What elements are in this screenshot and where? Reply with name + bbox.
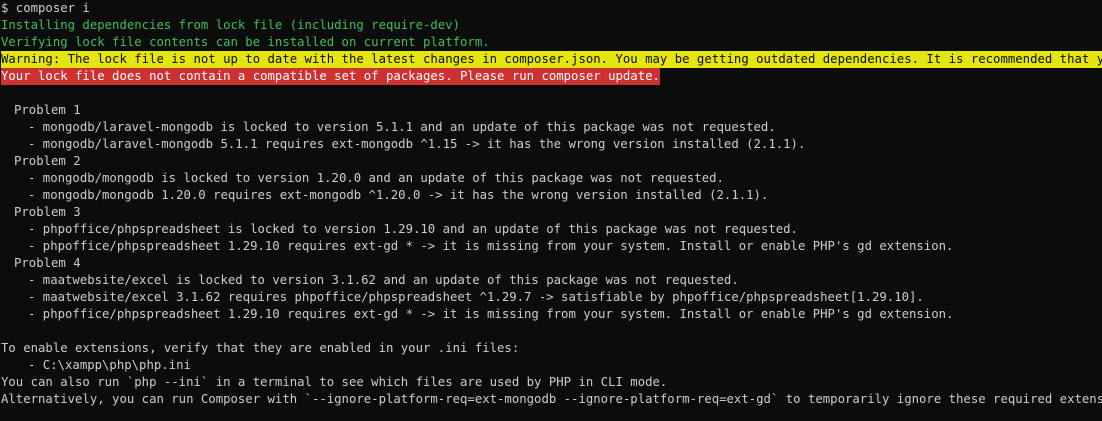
problem-title: Problem 4 [14,256,81,270]
terminal-output[interactable]: $ composer i Installing dependencies fro… [0,0,1102,421]
problem-item: - mongodb/mongodb is locked to version 1… [28,171,724,185]
problem-item: - maatwebsite/excel is locked to version… [28,273,739,287]
problem-title: Problem 1 [14,103,81,117]
command-prompt: $ composer i [1,1,90,15]
problem-item: - mongodb/laravel-mongodb is locked to v… [28,120,776,134]
ini-path: - C:\xampp\php\php.ini [28,358,191,372]
problem-item: - phpoffice/phpspreadsheet 1.29.10 requi… [28,239,954,253]
problem-title: Problem 2 [14,154,81,168]
problem-title: Problem 3 [14,205,81,219]
enable-extensions-message: To enable extensions, verify that they a… [1,341,520,355]
problem-item: - phpoffice/phpspreadsheet 1.29.10 requi… [28,307,954,321]
problem-item: - mongodb/mongodb 1.20.0 requires ext-mo… [28,188,769,202]
problem-item: - maatwebsite/excel 3.1.62 requires phpo… [28,290,924,304]
verifying-message: Verifying lock file contents can be inst… [1,35,490,49]
error-line: Your lock file does not contain a compat… [1,68,1102,85]
warning-line: Warning: The lock file is not up to date… [1,51,1102,68]
warning-message: Warning: The lock file is not up to date… [1,51,1102,68]
problem-item: - mongodb/laravel-mongodb 5.1.1 requires… [28,137,806,151]
installing-message: Installing dependencies from lock file (… [1,18,461,32]
problem-item: - phpoffice/phpspreadsheet is locked to … [28,222,798,236]
error-message: Your lock file does not contain a compat… [1,68,660,85]
alternatively-message: Alternatively, you can run Composer with… [1,392,1102,406]
also-run-message: You can also run `php --ini` in a termin… [1,375,668,389]
